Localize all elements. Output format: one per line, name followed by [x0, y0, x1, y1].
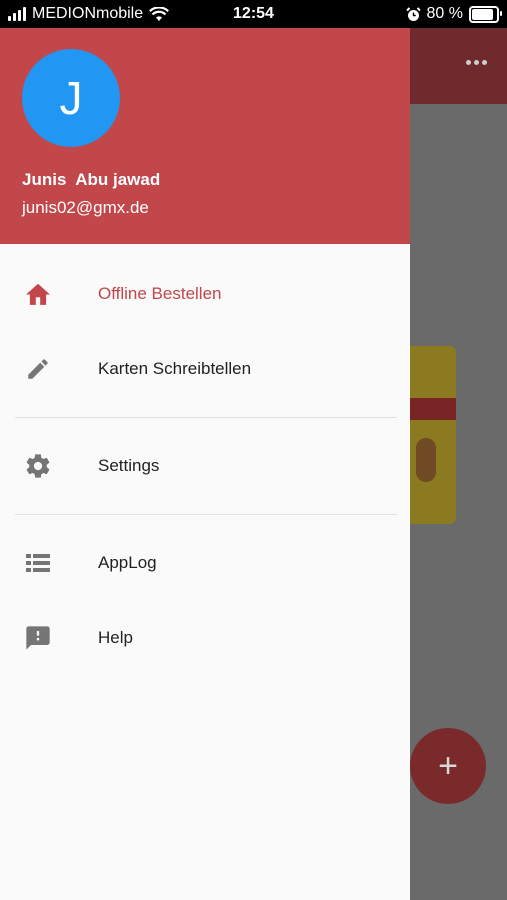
pencil-icon [24, 355, 52, 383]
drawer-header: J Junis Abu jawad junis02@gmx.de [0, 28, 410, 244]
background-card [410, 346, 456, 524]
menu-item-label: Help [98, 628, 133, 647]
more-options-icon[interactable] [466, 60, 487, 65]
menu-item-label: Karten Schreibtellen [98, 359, 252, 378]
menu-item-karten[interactable]: Karten Schreibtellen [0, 341, 410, 397]
divider [15, 514, 397, 515]
home-icon [24, 280, 52, 308]
user-name: Junis Abu jawad [22, 170, 161, 189]
navigation-drawer: J Junis Abu jawad junis02@gmx.de Offline… [0, 28, 410, 900]
status-bar-right: 80 % [405, 5, 502, 23]
list-icon [24, 549, 52, 577]
divider [15, 417, 397, 418]
status-bar: MEDIONmobile 12:54 80 % [0, 0, 507, 28]
battery-percent: 80 % [426, 5, 463, 22]
feedback-icon [24, 624, 52, 652]
menu-item-settings[interactable]: Settings [0, 438, 410, 494]
battery-icon [469, 5, 502, 23]
menu-item-offline-bestellen[interactable]: Offline Bestellen [0, 266, 410, 322]
menu-item-applog[interactable]: AppLog [0, 535, 410, 591]
menu-item-label: AppLog [98, 553, 157, 572]
avatar[interactable]: J [22, 49, 120, 147]
card-illustration [416, 438, 436, 482]
alarm-icon [405, 6, 421, 21]
card-stripe [410, 398, 456, 420]
menu-item-help[interactable]: Help [0, 610, 410, 666]
menu-item-label: Settings [98, 456, 160, 475]
user-email: junis02@gmx.de [22, 198, 149, 217]
gear-icon [24, 452, 52, 480]
add-fab-button[interactable]: + [410, 728, 486, 804]
menu-item-label: Offline Bestellen [98, 284, 222, 303]
